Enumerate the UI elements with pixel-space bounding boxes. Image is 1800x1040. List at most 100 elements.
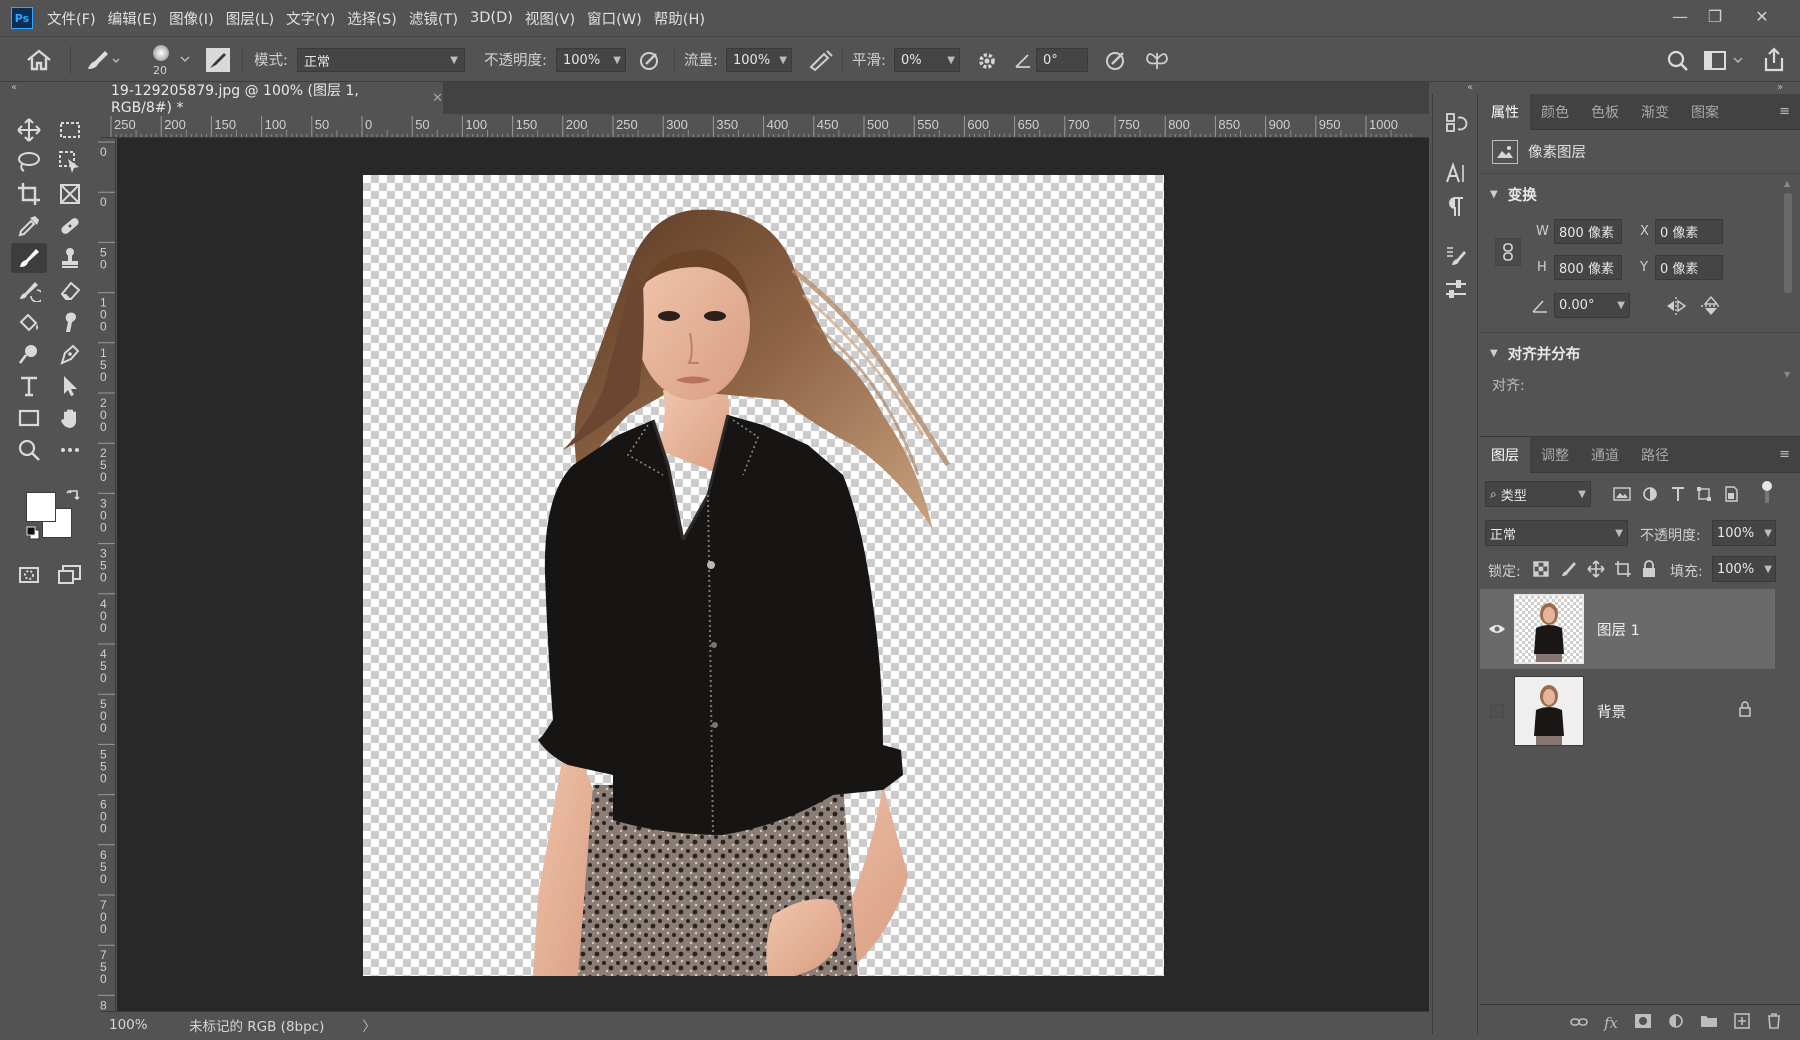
- layer-name[interactable]: 背景: [1597, 701, 1626, 722]
- dodge-tool-icon[interactable]: [11, 339, 47, 369]
- y-input[interactable]: 0 像素: [1655, 255, 1723, 280]
- adjustments-sliders-icon[interactable]: [1440, 274, 1472, 304]
- close-tab-icon[interactable]: ✕: [432, 91, 443, 106]
- menu-help[interactable]: 帮助(H): [654, 8, 705, 29]
- eraser-tool-icon[interactable]: [52, 275, 88, 305]
- filter-type-icon[interactable]: [1670, 485, 1686, 503]
- menu-view[interactable]: 视图(V): [525, 8, 575, 29]
- menu-type[interactable]: 文字(Y): [286, 8, 335, 29]
- frame-tool-icon[interactable]: [52, 179, 88, 209]
- layer-blend-mode-select[interactable]: 正常 ▼: [1485, 520, 1628, 546]
- filter-pixel-icon[interactable]: [1613, 486, 1631, 502]
- filter-smart-object-icon[interactable]: [1723, 486, 1739, 502]
- pressure-opacity-icon[interactable]: [636, 47, 664, 73]
- marquee-tool-icon[interactable]: [52, 115, 88, 145]
- share-icon[interactable]: [1760, 46, 1788, 74]
- angle-input[interactable]: 0°: [1036, 48, 1088, 72]
- visibility-toggle-empty[interactable]: [1480, 704, 1514, 718]
- screen-mode-icon[interactable]: [52, 560, 88, 590]
- brush-tool-icon[interactable]: [11, 243, 47, 273]
- workspace-icon[interactable]: [1703, 49, 1745, 73]
- type-tool-icon[interactable]: [11, 371, 47, 401]
- layer-row-background[interactable]: 背景: [1480, 671, 1775, 751]
- gear-icon[interactable]: [974, 48, 1000, 74]
- swap-colors-icon[interactable]: [66, 488, 80, 502]
- tab-channels[interactable]: 通道: [1580, 437, 1630, 473]
- paragraph-panel-icon[interactable]: [1440, 192, 1472, 222]
- close-window-button[interactable]: ✕: [1745, 3, 1779, 29]
- group-folder-icon[interactable]: [1700, 1014, 1718, 1032]
- filter-shape-icon[interactable]: [1696, 486, 1712, 502]
- link-icon[interactable]: [1570, 1014, 1588, 1032]
- airbrush-icon[interactable]: [806, 47, 836, 73]
- lock-artboard-icon[interactable]: [1614, 560, 1632, 578]
- menu-3d[interactable]: 3D(D): [470, 10, 513, 26]
- brush-size-preview[interactable]: 20: [146, 41, 196, 79]
- status-expand-arrow[interactable]: 〉: [362, 1015, 376, 1035]
- crop-tool-icon[interactable]: [11, 179, 47, 209]
- tab-patterns[interactable]: 图案: [1680, 94, 1730, 130]
- strip-collapse-arrows[interactable]: «: [1467, 82, 1473, 93]
- tab-adjustments[interactable]: 调整: [1530, 437, 1580, 473]
- filter-adjustment-icon[interactable]: [1642, 486, 1658, 502]
- lock-transparent-pixels-icon[interactable]: [1533, 561, 1549, 577]
- pen-tool-icon[interactable]: [52, 339, 88, 369]
- object-selection-tool-icon[interactable]: [52, 147, 88, 177]
- lasso-tool-icon[interactable]: [11, 147, 47, 177]
- document-image[interactable]: [363, 175, 1164, 976]
- healing-brush-tool-icon[interactable]: [52, 211, 88, 241]
- adjustment-icon[interactable]: [1668, 1013, 1684, 1033]
- menu-image[interactable]: 图像(I): [169, 8, 214, 29]
- document-tab[interactable]: 19-129205879.jpg @ 100% (图层 1, RGB/8#) *…: [101, 82, 443, 116]
- height-input[interactable]: 800 像素: [1554, 255, 1622, 280]
- panel-menu-icon[interactable]: ≡: [1779, 104, 1790, 119]
- lock-image-pixels-icon[interactable]: [1560, 560, 1578, 578]
- paint-bucket-tool-icon[interactable]: [11, 307, 47, 337]
- quick-mask-icon[interactable]: [11, 560, 47, 590]
- flow-input[interactable]: 100% ▼: [726, 48, 792, 72]
- menu-select[interactable]: 选择(S): [347, 8, 397, 29]
- move-tool-icon[interactable]: [11, 115, 47, 145]
- menu-window[interactable]: 窗口(W): [587, 8, 642, 29]
- link-dimensions-icon[interactable]: [1495, 238, 1521, 266]
- trash-icon[interactable]: [1766, 1012, 1782, 1033]
- layer-row-layer-1[interactable]: 图层 1: [1480, 589, 1775, 669]
- symmetry-butterfly-icon[interactable]: [1142, 47, 1172, 73]
- layer-opacity-input[interactable]: 100% ▼: [1712, 520, 1776, 546]
- transform-section-header[interactable]: ▼ 变换: [1480, 180, 1800, 208]
- more-tools-icon[interactable]: [52, 435, 88, 465]
- zoom-tool-icon[interactable]: [11, 435, 47, 465]
- search-icon[interactable]: [1665, 48, 1691, 74]
- eyedropper-tool-icon[interactable]: [11, 211, 47, 241]
- path-selection-tool-icon[interactable]: [52, 371, 88, 401]
- default-colors-icon[interactable]: [26, 526, 40, 540]
- layer-name[interactable]: 图层 1: [1597, 619, 1640, 640]
- toolbar-collapse-arrows[interactable]: «: [11, 82, 25, 93]
- clone-stamp-tool-icon[interactable]: [52, 243, 88, 273]
- fill-input[interactable]: 100% ▼: [1712, 556, 1776, 582]
- history-brush-tool-icon[interactable]: [11, 275, 47, 305]
- opacity-input[interactable]: 100% ▼: [556, 48, 626, 72]
- rotation-input[interactable]: 0.00° ▼: [1554, 293, 1630, 318]
- restore-button[interactable]: ❐: [1698, 3, 1732, 29]
- flip-horizontal-icon[interactable]: [1665, 296, 1687, 316]
- panel-collapse-arrows[interactable]: »: [1777, 82, 1783, 93]
- mask-icon[interactable]: [1634, 1013, 1652, 1033]
- layer-filter-select[interactable]: ⌕ 类型 ▼: [1485, 481, 1591, 507]
- lock-position-icon[interactable]: [1587, 560, 1605, 578]
- tab-color[interactable]: 颜色: [1530, 94, 1580, 130]
- history-panel-icon[interactable]: [1440, 108, 1472, 138]
- menu-layer[interactable]: 图层(L): [226, 8, 274, 29]
- character-panel-icon[interactable]: [1440, 158, 1472, 188]
- menu-file[interactable]: 文件(F): [47, 8, 96, 29]
- blend-mode-select[interactable]: 正常 ▼: [297, 48, 465, 72]
- brush-tool-preset-icon[interactable]: [82, 47, 122, 73]
- hand-tool-icon[interactable]: [52, 403, 88, 433]
- align-distribute-section-header[interactable]: ▼ 对齐并分布: [1480, 339, 1800, 367]
- eye-icon[interactable]: [1480, 623, 1514, 635]
- brush-settings-panel-icon[interactable]: [206, 48, 230, 72]
- tab-layers[interactable]: 图层: [1480, 436, 1530, 473]
- tab-properties[interactable]: 属性: [1480, 93, 1530, 130]
- foreground-color-swatch[interactable]: [26, 492, 56, 522]
- menu-filter[interactable]: 滤镜(T): [409, 8, 458, 29]
